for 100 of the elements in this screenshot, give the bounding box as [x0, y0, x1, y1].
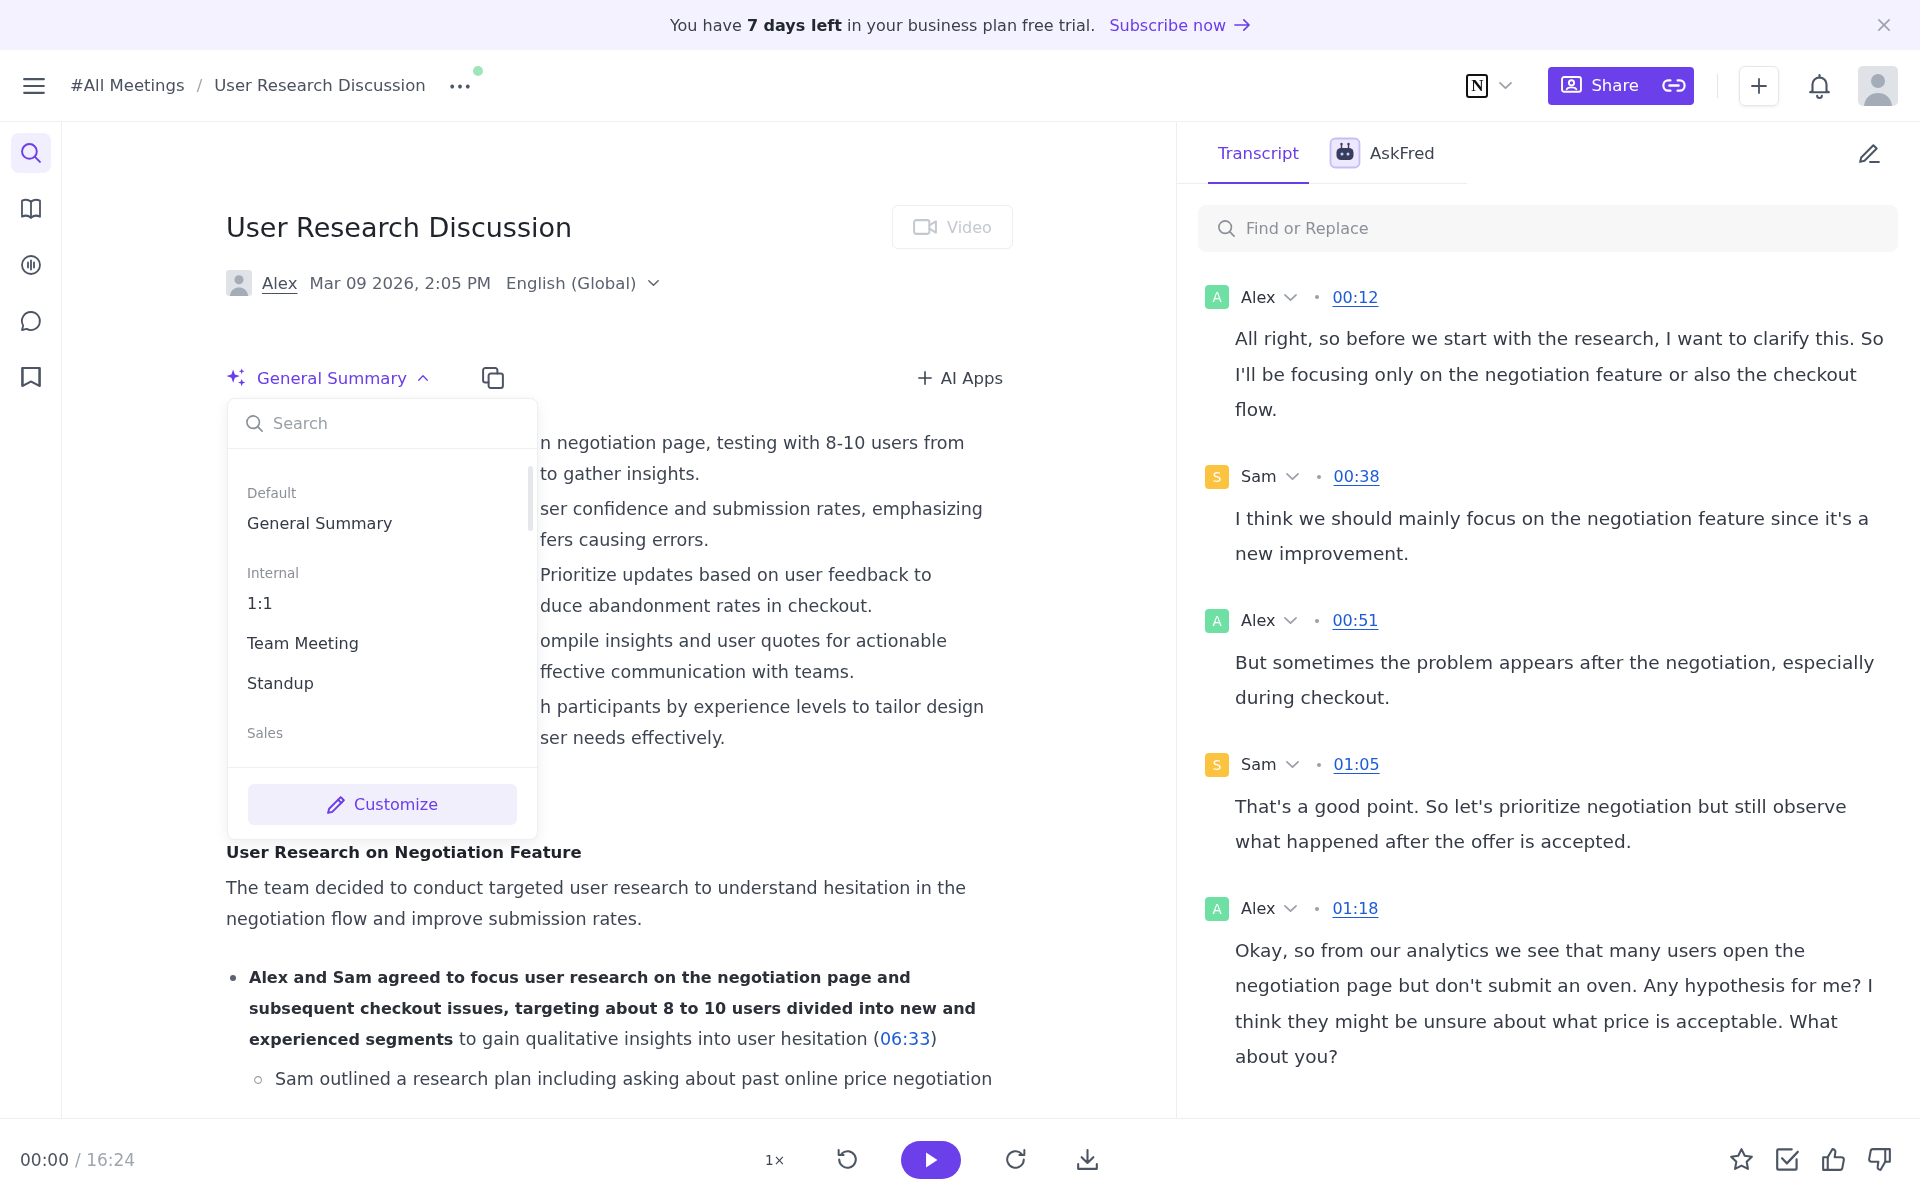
task-button[interactable] — [1773, 1145, 1801, 1174]
dot-icon — [1316, 474, 1321, 479]
bell-icon — [1809, 73, 1830, 98]
menu-group-label: Sales — [247, 724, 284, 743]
transcript-search-field[interactable]: Find or Replace — [1198, 205, 1898, 252]
menu-button[interactable] — [23, 77, 45, 94]
menu-search-field[interactable]: Search — [228, 399, 537, 449]
close-icon — [1878, 19, 1890, 31]
speaker-selector[interactable]: Alex — [1241, 611, 1298, 630]
timestamp-link[interactable]: 00:12 — [1332, 287, 1379, 307]
speaker-selector[interactable]: Alex — [1241, 899, 1298, 918]
meeting-date: Mar 09 2026, 2:05 PM — [309, 273, 492, 293]
summary-text: fers causing errors. — [540, 529, 710, 552]
chevron-up-icon — [418, 375, 428, 381]
chevron-down-icon — [1284, 905, 1298, 912]
breadcrumb-current: User Research Discussion — [214, 76, 426, 95]
dot-icon — [1315, 906, 1320, 911]
menu-item[interactable]: Standup — [247, 663, 518, 703]
speaker-selector[interactable]: Sam — [1241, 467, 1299, 486]
notifications-button[interactable] — [1809, 73, 1830, 98]
like-button[interactable] — [1819, 1145, 1847, 1174]
transcript-text: I think we should mainly focus on the negotiation feature since it's a new improvement. — [1235, 506, 1871, 566]
breadcrumb-link[interactable]: #All Meetings — [70, 76, 185, 95]
speed-button[interactable]: 1× — [757, 1151, 794, 1168]
timestamp-link[interactable]: 01:18 — [1332, 899, 1379, 918]
sparkle-icon — [226, 368, 246, 388]
summary-text: ffective communication with teams. — [540, 661, 855, 684]
summary-text: to gather insights. — [540, 463, 701, 486]
play-button[interactable] — [901, 1140, 962, 1179]
app-logo: N — [1466, 73, 1489, 98]
bullet-icon — [230, 974, 236, 981]
total-time: / 16:24 — [75, 1149, 136, 1170]
summary-text: h participants by experience levels to tailor design — [540, 696, 985, 719]
menu-group-label: Internal — [247, 564, 301, 583]
section-paragraph: The team decided to conduct targeted user research to understand hesitation in the negotiation flow and improve submission rates. — [226, 877, 968, 931]
author-link[interactable]: Alex — [262, 273, 298, 293]
person-card-icon — [1561, 75, 1583, 96]
speaker-avatar: S — [1205, 464, 1229, 489]
search-icon — [20, 143, 41, 163]
transcript-text: But sometimes the problem appears after the negotiation, especially during checkout. — [1235, 650, 1876, 710]
menu-item[interactable]: General Summary — [247, 503, 518, 543]
bullet-text: Sam outlined a research plan including asking about past online price negotiation — [275, 1068, 993, 1091]
thumbs-down-icon — [1867, 1148, 1891, 1171]
transcript-text: That's a good point. So let's prioritize negotiation but still observe what happened after the offer is accepted. — [1235, 794, 1848, 854]
pencil-icon — [1859, 143, 1880, 163]
dislike-button[interactable] — [1865, 1145, 1893, 1174]
plus-icon — [917, 371, 932, 385]
subscribe-link[interactable]: Subscribe now — [1109, 15, 1251, 35]
chevron-down-icon — [1285, 473, 1299, 480]
chevron-down-icon — [1285, 761, 1299, 768]
trial-message: You have 7 days left in your business plan free trial. — [669, 15, 1096, 35]
checkbox-icon — [1775, 1148, 1799, 1171]
chevron-down-icon — [648, 280, 660, 286]
menu-item[interactable]: 1:1 — [247, 583, 518, 623]
speaker-avatar: S — [1205, 752, 1229, 777]
pencil-icon — [327, 795, 346, 814]
timestamp-link[interactable]: 00:38 — [1333, 467, 1380, 486]
add-button[interactable] — [1739, 65, 1779, 106]
chevron-down-icon — [1284, 617, 1298, 624]
speaker-avatar: A — [1205, 285, 1229, 309]
ai-apps-button[interactable]: AI Apps — [917, 368, 1003, 388]
scrollbar-thumb[interactable] — [528, 466, 533, 531]
plus-icon — [1751, 77, 1767, 94]
menu-item[interactable]: Team Meeting — [247, 623, 518, 663]
tab[interactable]: Transcript — [1208, 122, 1309, 184]
speaker-selector[interactable]: Sam — [1241, 755, 1299, 774]
copy-icon — [482, 367, 504, 389]
dot-icon — [1315, 618, 1320, 623]
dot-icon — [1316, 762, 1321, 767]
search-button[interactable] — [10, 133, 51, 173]
speaker-avatar: A — [1205, 608, 1229, 633]
summary-text: n negotiation page, testing with 8-10 users from — [540, 432, 965, 455]
bullet-text: Alex and Sam agreed to focus user research on the negotiation page and subsequent checkout issues, targeting about 8 to 10 users divided into new and experienced segments to gain qualitative insights into user hesitation (06:33) — [249, 967, 978, 1051]
menu-icon — [23, 77, 45, 94]
template-dropdown[interactable]: General Summary — [226, 368, 428, 388]
circle-bullet-icon — [254, 1075, 262, 1084]
copy-button[interactable] — [482, 367, 504, 389]
forward-icon — [1004, 1149, 1026, 1170]
summary-text: ompile insights and user quotes for actionable — [540, 630, 947, 653]
section-heading: User Research on Negotiation Feature — [226, 842, 583, 864]
summary-text: duce abandonment rates in checkout. — [540, 595, 873, 618]
current-time: 00:00 — [20, 1149, 69, 1170]
tab[interactable]: AskFred — [1320, 122, 1445, 184]
timestamp-link[interactable]: 06:33 — [879, 1029, 931, 1049]
customize-button[interactable]: Customize — [248, 784, 517, 825]
language-select[interactable]: English (Global) — [506, 273, 660, 293]
arrow-right-icon — [1234, 19, 1251, 31]
menu-group-label: Default — [247, 484, 298, 503]
copy-link-button[interactable] — [1653, 66, 1694, 105]
robot-icon — [1330, 138, 1360, 168]
play-icon — [924, 1151, 938, 1168]
integration-button[interactable]: N — [1466, 73, 1513, 98]
breadcrumb-separator: / — [196, 76, 203, 95]
share-button[interactable]: Share — [1548, 66, 1653, 105]
timestamp-link[interactable]: 01:05 — [1333, 755, 1380, 774]
status-dot-icon — [472, 65, 483, 76]
timestamp-link[interactable]: 00:51 — [1332, 611, 1379, 630]
book-icon — [20, 199, 41, 219]
thumbs-up-icon — [1821, 1148, 1845, 1171]
speaker-selector[interactable]: Alex — [1241, 287, 1298, 307]
